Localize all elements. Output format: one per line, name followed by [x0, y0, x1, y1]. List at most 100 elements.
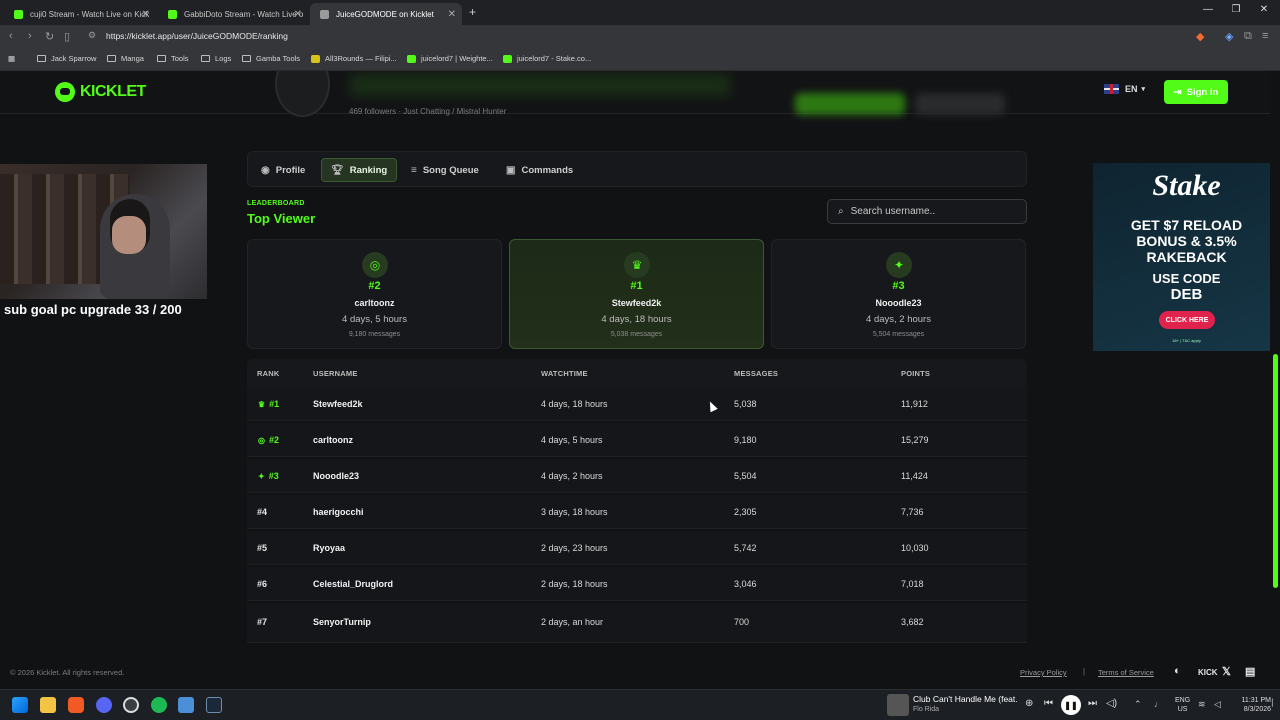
stake-ad-banner[interactable]: Stake GET $7 RELOAD BONUS & 3.5% RAKEBACK … [1093, 163, 1280, 351]
url-field[interactable]: https://kicklet.app/user/JuiceGODMODE/ra… [106, 31, 288, 41]
scrollbar[interactable] [1270, 71, 1280, 689]
close-icon[interactable]: ✕ [294, 9, 302, 20]
bookmark-icon[interactable]: ▯ [64, 30, 70, 43]
ad-line: BONUS & 3.5% [1136, 233, 1237, 249]
obs-icon[interactable] [123, 697, 139, 713]
document-icon[interactable]: ▤ [1245, 665, 1255, 678]
privacy-policy-link[interactable]: Privacy Policy [1020, 668, 1067, 677]
column-header-username[interactable]: USERNAME [313, 369, 358, 378]
close-icon[interactable]: ✕ [448, 9, 456, 20]
table-row[interactable]: #4 haerigocchi 3 days, 18 hours 2,305 7,… [247, 495, 1027, 529]
bookmark-item[interactable]: All3Rounds — Filipi... [311, 54, 397, 63]
brave-browser-icon[interactable] [68, 697, 84, 713]
maximize-icon[interactable]: ❐ [1226, 4, 1246, 15]
forward-icon[interactable]: › [28, 30, 32, 42]
next-track-icon[interactable]: ⏭ [1088, 698, 1097, 709]
crown-icon: ♛ [258, 400, 266, 409]
notes-app-icon[interactable] [178, 697, 194, 713]
close-icon[interactable]: ✕ [142, 9, 150, 20]
login-icon: ⇥ [1173, 86, 1182, 98]
speaker-icon[interactable]: ◁ [1214, 699, 1221, 710]
table-row[interactable]: #6 Celestial_Druglord 2 days, 18 hours 3… [247, 567, 1027, 601]
chevron-up-icon[interactable]: ⌃ [1134, 699, 1142, 710]
window-close-icon[interactable]: ✕ [1254, 4, 1274, 15]
windows-start-icon[interactable] [12, 697, 28, 713]
tab-profile[interactable]: ◉ Profile [252, 158, 314, 182]
follow-button-blurred[interactable] [795, 93, 905, 115]
system-clock[interactable]: 11:31 PM 8/3/2026 [1231, 696, 1271, 714]
reload-icon[interactable]: ↻ [45, 30, 54, 43]
column-header-messages[interactable]: MESSAGES [734, 369, 778, 378]
language-selector[interactable]: EN ▾ [1104, 84, 1145, 94]
notification-icon[interactable]: ▏ [1272, 699, 1277, 707]
kick-favicon-icon [168, 9, 177, 19]
wallet-icon[interactable]: ◈ [1225, 30, 1233, 43]
plus-icon[interactable]: + [469, 5, 476, 19]
shuffle-icon[interactable]: ⊕ [1025, 698, 1033, 709]
bookmark-item[interactable]: Gamba Tools [242, 54, 300, 63]
pause-button[interactable]: ❚❚ [1061, 695, 1081, 715]
minimize-icon[interactable]: — [1198, 4, 1218, 15]
table-row[interactable]: ✦ #3 Nooodle23 4 days, 2 hours 5,504 11,4… [247, 459, 1027, 493]
wifi-icon[interactable]: ≋ [1198, 699, 1206, 710]
previous-track-icon[interactable]: ⏮ [1044, 698, 1053, 709]
medal-icon: ◎ [362, 252, 388, 278]
podium-card-second[interactable]: ◎ #2 carltoonz 4 days, 5 hours 9,180 mes… [247, 239, 502, 349]
podium-card-first[interactable]: ♛ #1 Stewfeed2k 4 days, 18 hours 5,038 m… [509, 239, 764, 349]
back-icon[interactable]: ‹ [9, 30, 13, 42]
brave-shield-icon[interactable]: ◆ [1196, 30, 1204, 43]
browser-tab-active[interactable]: JuiceGODMODE on Kicklet ✕ [310, 3, 462, 25]
search-input[interactable]: ⌕ Search username.. [827, 199, 1027, 224]
steam-icon[interactable] [206, 697, 222, 713]
language-indicator[interactable]: ENG US [1175, 696, 1190, 714]
spotify-icon[interactable] [151, 697, 167, 713]
bookmark-item[interactable]: Logs [201, 54, 231, 63]
browser-tab[interactable]: GabbiDoto Stream - Watch Live o ✕ [158, 3, 308, 25]
podium-card-third[interactable]: ✦ #3 Nooodle23 4 days, 2 hours 5,504 mes… [771, 239, 1026, 349]
bookmark-item[interactable]: juicelord7 | Weighte... [407, 54, 493, 63]
discord-icon[interactable] [96, 697, 112, 713]
address-bar: ‹ › ↻ ▯ ⚙ https://kicklet.app/user/Juice… [0, 25, 1280, 49]
sign-in-button[interactable]: ⇥ Sign in [1164, 80, 1228, 104]
table-row[interactable]: ♛ #1 Stewfeed2k 4 days, 18 hours 5,038 11… [247, 387, 1027, 421]
volume-icon[interactable]: ◁) [1106, 698, 1117, 709]
bookmark-item[interactable]: Tools [157, 54, 189, 63]
bookmark-label: Gamba Tools [256, 54, 301, 63]
messages-cell: 5,504 [734, 471, 757, 481]
language-code: ENG [1175, 697, 1191, 704]
column-header-watchtime[interactable]: WATCHTIME [541, 369, 588, 378]
discord-icon[interactable]: ◐ [1174, 665, 1181, 677]
kicklet-logo[interactable]: KICKLET [55, 82, 146, 102]
bookmark-label: Jack Sparrow [51, 54, 97, 63]
bookmark-label: Manga [121, 54, 144, 63]
username-cell: SenyorTurnip [313, 617, 371, 627]
scrollbar-thumb[interactable] [1273, 354, 1278, 588]
bookmark-item[interactable]: juicelord7 - Stake.co... [503, 54, 591, 63]
tab-ranking[interactable]: 🏆︎ Ranking [321, 158, 398, 182]
extensions-icon[interactable]: ⧉ [1244, 30, 1252, 43]
x-twitter-icon[interactable]: 𝕏 [1222, 665, 1231, 678]
column-header-rank[interactable]: RANK [257, 369, 279, 378]
podium-watchtime: 4 days, 2 hours [866, 314, 931, 325]
sparkle-icon: ✦ [258, 472, 265, 481]
file-explorer-icon[interactable] [40, 697, 56, 713]
column-header-points[interactable]: POINTS [901, 369, 930, 378]
bookmark-item[interactable]: Jack Sparrow [37, 54, 96, 63]
bookmark-label: All3Rounds — Filipi... [325, 54, 397, 63]
tab-commands[interactable]: ▣ Commands [497, 158, 582, 182]
browser-tab[interactable]: cuji0 Stream - Watch Live on Kick ✕ [4, 3, 156, 25]
microphone-icon[interactable]: ♩ [1154, 699, 1163, 709]
table-row[interactable]: #7 SenyorTurnip 2 days, an hour 700 3,68… [247, 603, 1027, 643]
bookmark-item[interactable]: Manga [107, 54, 144, 63]
table-row[interactable]: #5 Ryoyaa 2 days, 23 hours 5,742 10,030 [247, 531, 1027, 565]
menu-icon[interactable]: ≡ [1262, 30, 1268, 42]
kick-link[interactable]: KICK [1198, 668, 1218, 677]
secondary-button-blurred[interactable] [915, 93, 1005, 115]
ad-click-here-button[interactable]: CLICK HERE [1159, 311, 1215, 329]
terms-of-service-link[interactable]: Terms of Service [1098, 668, 1154, 677]
table-row[interactable]: ◎ #2 carltoonz 4 days, 5 hours 9,180 15,2… [247, 423, 1027, 457]
site-settings-icon[interactable]: ⚙ [88, 30, 96, 41]
tab-song-queue[interactable]: ≡ Song Queue [402, 158, 488, 182]
album-art [887, 694, 909, 716]
apps-icon[interactable]: ▦ [8, 54, 15, 63]
